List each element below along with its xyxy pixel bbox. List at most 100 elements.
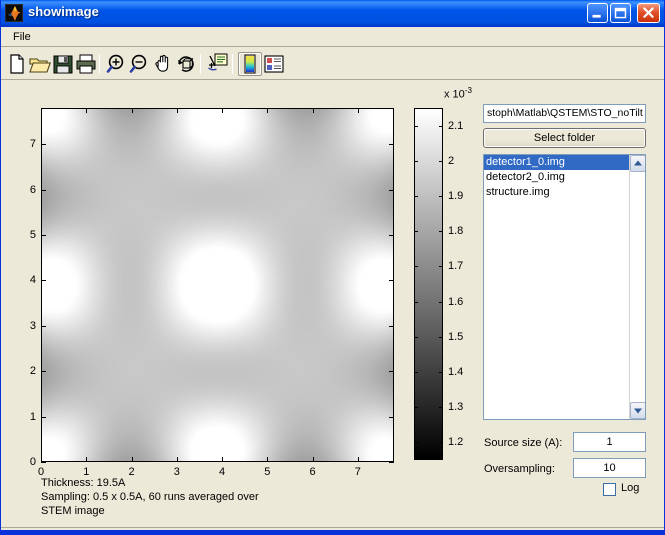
save-figure-icon[interactable] [51, 52, 75, 76]
y-tick-mark [389, 371, 394, 373]
scroll-down-icon[interactable] [630, 402, 645, 419]
y-tick-mark [41, 280, 46, 282]
caption-sampling: Sampling: 0.5 x 0.5A, 60 runs averaged o… [41, 491, 259, 503]
colorbar-tick-mark [439, 336, 443, 338]
x-tick-mark [357, 457, 359, 462]
y-tick-mark [41, 144, 46, 146]
select-folder-button[interactable]: Select folder [483, 128, 646, 148]
y-tick-label: 6 [29, 183, 36, 196]
x-tick-label: 5 [264, 466, 271, 478]
y-tick-mark [389, 144, 394, 146]
x-tick-mark [312, 457, 314, 462]
oversampling-label: Oversampling: [484, 463, 555, 475]
colorbar-tick-mark [439, 301, 443, 303]
toolbar-separator [99, 54, 100, 74]
list-item[interactable]: structure.img [484, 185, 645, 200]
colorbar-tick-mark [414, 336, 418, 338]
x-tick-mark [267, 457, 269, 462]
x-tick-label: 6 [309, 466, 316, 478]
zoom-in-icon[interactable] [105, 52, 129, 76]
file-listbox[interactable]: detector1_0.img detector2_0.img structure.… [483, 154, 646, 420]
y-tick-label: 1 [29, 410, 36, 423]
y-tick-mark [389, 189, 394, 191]
colorbar-icon[interactable] [238, 52, 262, 76]
caption-thickness: Thickness: 19.5A [41, 477, 126, 489]
plot-browser-icon[interactable] [262, 52, 286, 76]
x-tick-mark [41, 457, 42, 462]
toolbar [1, 48, 664, 80]
list-item[interactable]: detector2_0.img [484, 170, 645, 185]
pan-hand-icon[interactable] [151, 52, 175, 76]
title-bar: showimage [1, 0, 664, 27]
stem-image-axes: 01234567 01234567 [30, 108, 394, 478]
colorbar-exponent-label: x 10-3 [444, 86, 472, 101]
caption-image-type: STEM image [41, 505, 105, 517]
x-tick-mark [222, 457, 224, 462]
colorbar-tick-mark [439, 231, 443, 233]
print-figure-icon[interactable] [74, 52, 98, 76]
x-tick-mark [86, 457, 88, 462]
colorbar-tick-mark [414, 407, 418, 409]
colorbar-tick-label: 1.8 [448, 225, 464, 238]
stem-image-bitmap [42, 109, 393, 461]
y-tick-mark [41, 235, 46, 237]
scroll-up-icon[interactable] [630, 155, 645, 172]
menu-bar: File [1, 27, 664, 47]
maximize-button[interactable] [610, 3, 631, 23]
colorbar-exponent-base: x 10 [444, 88, 465, 101]
rotate-3d-icon[interactable] [174, 52, 198, 76]
colorbar-tick-label: 1.5 [448, 330, 464, 343]
new-figure-icon[interactable] [5, 52, 29, 76]
y-tick-mark [389, 416, 394, 418]
x-tick-mark [176, 108, 178, 113]
zoom-out-icon[interactable] [128, 52, 152, 76]
toolbar-separator-2 [200, 54, 201, 74]
colorbar-tick-mark [414, 231, 418, 233]
y-tick-label: 3 [29, 319, 36, 332]
menu-item-file[interactable]: File [7, 29, 37, 45]
colorbar-tick-mark [414, 266, 418, 268]
colorbar-tick-label: 1.7 [448, 260, 464, 273]
source-size-input[interactable]: 1 [573, 432, 646, 452]
x-tick-mark [176, 457, 178, 462]
colorbar-tick-mark [439, 266, 443, 268]
y-tick-mark [389, 462, 394, 463]
y-tick-label: 2 [29, 365, 36, 378]
folder-path-field[interactable]: stoph\Matlab\QSTEM\STO_noTilt [483, 104, 646, 123]
colorbar-tick-mark [414, 125, 418, 127]
insert-legend-icon[interactable] [206, 52, 230, 76]
colorbar-tick-mark [439, 196, 443, 197]
colorbar[interactable]: x 10-3 1.2 1.3 1.4 1.5 1.6 1.7 1.8 1.9 2 2.1 [414, 86, 472, 460]
log-checkbox[interactable] [603, 483, 616, 496]
colorbar-tick-mark [439, 442, 443, 444]
x-tick-mark [222, 108, 224, 113]
showimage-window: showimage File 0 1 2 3 4 5 6 7 0 1 2 3 4… [0, 0, 665, 535]
close-button[interactable] [637, 3, 660, 23]
colorbar-tick-label: 1.3 [448, 401, 464, 414]
x-tick-mark [41, 108, 42, 113]
colorbar-tick-label: 1.4 [448, 366, 464, 378]
x-tick-mark [267, 108, 269, 113]
colorbar-tick-mark [414, 301, 418, 303]
y-tick-mark [41, 462, 46, 463]
oversampling-input[interactable]: 10 [573, 458, 646, 478]
x-tick-mark [357, 108, 359, 113]
window-bottom-edge [1, 530, 664, 534]
minimize-button[interactable] [587, 3, 608, 23]
x-tick-mark [131, 108, 133, 113]
list-item[interactable]: detector1_0.img [484, 155, 645, 170]
listbox-scrollbar[interactable] [629, 155, 645, 419]
x-tick-label: 7 [354, 466, 361, 478]
colorbar-tick-label: 1.2 [448, 436, 464, 449]
colorbar-tick-mark [414, 196, 418, 197]
toolbar-separator-3 [232, 54, 233, 74]
x-tick-mark [86, 108, 88, 113]
stem-image[interactable] [41, 108, 394, 462]
colorbar-tick-label: 2 [448, 154, 455, 167]
open-file-icon[interactable] [28, 52, 52, 76]
y-tick-mark [41, 371, 46, 373]
y-tick-label: 0 [29, 456, 36, 468]
x-tick-mark [312, 108, 314, 113]
colorbar-exponent-power: -3 [464, 86, 472, 95]
colorbar-tick-mark [414, 442, 418, 444]
